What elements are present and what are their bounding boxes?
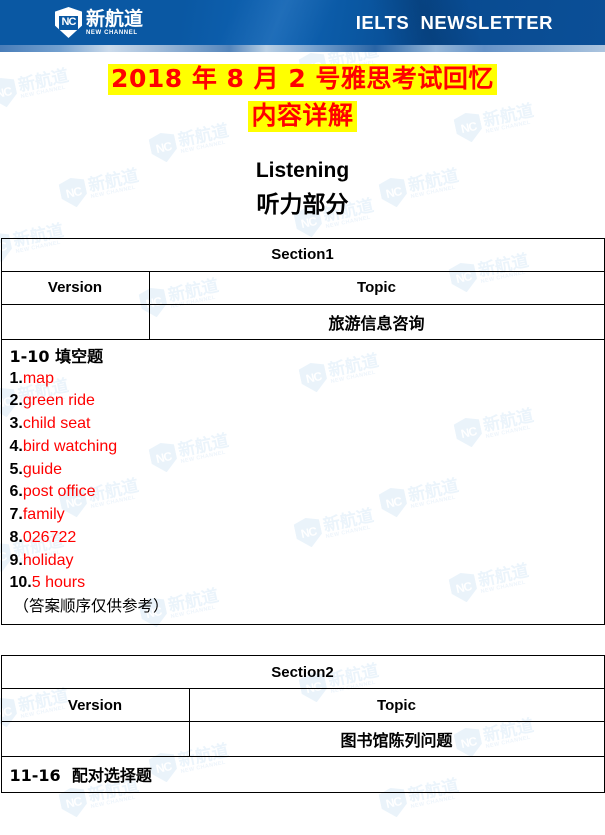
table-row: 1-10 填空题 1.map 2.green ride 3.child seat 4.… [0, 338, 605, 626]
answer-value: family [22, 506, 65, 524]
answer-number: 5. [9, 460, 23, 478]
logo-text: 新航道 NEW CHANNEL [86, 7, 144, 36]
section1-answer-list: 1.map 2.green ride 3.child seat 4.bird watc… [10, 368, 604, 595]
answer-item: 5.guide [10, 459, 604, 482]
logo-mark: NC [59, 15, 78, 30]
section1-topic-value: 旅游信息咨询 [148, 303, 605, 340]
answer-item: 7.family [10, 504, 604, 527]
shield-icon: NC [55, 7, 82, 38]
answer-number: 4. [9, 437, 23, 455]
table-row: Version Topic [0, 688, 605, 723]
answer-number: 3. [9, 415, 23, 433]
answer-item: 3.child seat [10, 413, 604, 436]
answer-item: 9.holiday [10, 550, 604, 573]
answer-item: 10.5 hours [10, 572, 604, 595]
header-banner: NC 新航道 NEW CHANNEL IELTS NEWSLETTER [0, 0, 605, 45]
answer-value: green ride [22, 392, 95, 410]
doc-title-text-1: 2018 年 8 月 2 号雅思考试回忆 [108, 64, 497, 95]
answer-item: 4.bird watching [10, 436, 604, 459]
brand-logo: NC 新航道 NEW CHANNEL [55, 7, 143, 38]
section1-answers-cell: 1-10 填空题 1.map 2.green ride 3.child seat 4.… [0, 338, 605, 626]
section2-col-version: Version [0, 688, 190, 723]
answer-number: 10. [9, 574, 32, 592]
section2-header-cell: Section2 [0, 655, 605, 690]
watermark-english-name: NEW CHANNEL [90, 794, 137, 810]
section1-col-topic: Topic [148, 270, 605, 305]
section1-col-version: Version [0, 270, 150, 305]
section2-topic-value: 图书馆陈列问题 [188, 721, 605, 758]
answer-value: child seat [22, 415, 91, 433]
listening-heading-en: Listening [255, 159, 350, 182]
logo-chinese-name: 新航道 [86, 7, 144, 30]
section1-table: Section1 Version Topic 旅游信息咨询 1-10 填空题 1… [0, 237, 605, 626]
table-row: Section1 [0, 237, 605, 272]
section2-question-label: 11-16 配对选择题 [0, 756, 605, 794]
answer-value: 026722 [22, 528, 77, 546]
answer-number: 9. [9, 551, 23, 569]
listening-heading-cn: 听力部分 [256, 192, 349, 219]
table-row: 旅游信息咨询 [0, 303, 605, 340]
answer-value: 5 hours [31, 574, 86, 592]
section1-version-value [0, 303, 150, 340]
doc-title-text-2: 内容详解 [248, 101, 357, 132]
table-row: Section2 [0, 655, 605, 690]
table-row: 11-16 配对选择题 [0, 756, 605, 794]
answer-number: 2. [9, 392, 23, 410]
answer-number: 7. [9, 506, 23, 524]
answer-value: map [22, 369, 54, 387]
doc-title-line-1: 2018 年 8 月 2 号雅思考试回忆 [0, 64, 605, 95]
banner-title: IELTS NEWSLETTER [355, 12, 553, 33]
section2-version-value [0, 721, 190, 758]
section1-header-cell: Section1 [0, 237, 605, 272]
answer-number: 8. [9, 528, 23, 546]
section1-answers-title: 1-10 填空题 [9, 346, 104, 366]
answer-item: 1.map [10, 368, 604, 391]
table-row: Version Topic [0, 270, 605, 305]
doc-title-line-2: 内容详解 [0, 101, 605, 132]
answer-item: 2.green ride [10, 390, 604, 413]
answer-value: post office [22, 483, 96, 501]
answer-number: 6. [9, 483, 23, 501]
section2-table: Section2 Version Topic 图书馆陈列问题 11-16 配对选… [0, 655, 605, 794]
table-gap [0, 625, 605, 655]
answer-item: 8.026722 [10, 527, 604, 550]
answer-number: 1. [9, 369, 23, 387]
answer-value: guide [22, 460, 62, 478]
table-row: 图书馆陈列问题 [0, 721, 605, 758]
watermark-english-name: NEW CHANNEL [410, 794, 457, 810]
banner-accent-strip [0, 45, 605, 52]
answer-value: bird watching [22, 437, 118, 455]
answer-value: holiday [22, 551, 74, 569]
section2-col-topic: Topic [188, 688, 605, 723]
logo-english-name: NEW CHANNEL [86, 29, 138, 36]
document-body: 2018 年 8 月 2 号雅思考试回忆 内容详解 Listening 听力部分… [0, 64, 605, 794]
answer-item: 6.post office [10, 481, 604, 504]
section1-answers-note: （答案顺序仅供参考） [13, 596, 169, 615]
